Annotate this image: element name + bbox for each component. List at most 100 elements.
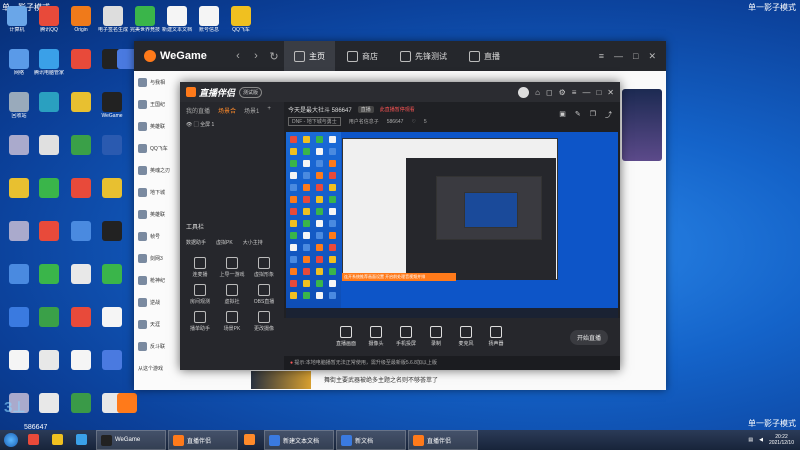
tool-button[interactable]: 虚拟社 — [216, 284, 248, 305]
gift-icon[interactable]: ▣ — [559, 110, 566, 120]
desktop-icon[interactable] — [66, 49, 96, 70]
minimize-icon[interactable]: — — [582, 88, 590, 97]
sidebar-game-item[interactable]: 地下城 — [134, 181, 180, 203]
desktop-icon[interactable] — [66, 264, 96, 285]
add-scene-icon[interactable]: + — [267, 106, 271, 115]
sidebar-game-item[interactable]: 天涯 — [134, 313, 180, 335]
news-thumbnail[interactable] — [251, 371, 311, 389]
menu-icon[interactable]: ≡ — [572, 88, 577, 97]
desktop-icon[interactable]: WeGame — [97, 92, 127, 119]
desktop-icon[interactable] — [97, 135, 127, 156]
sidebar-game-item[interactable]: 英雄联 — [134, 115, 180, 137]
tool-host[interactable]: 大小主持 — [243, 239, 263, 246]
desktop-icon[interactable]: Origin — [66, 6, 96, 33]
tab-scene-1[interactable]: 场景1 — [244, 106, 259, 115]
desktop-icon[interactable] — [66, 178, 96, 199]
desktop-icon[interactable] — [66, 92, 96, 113]
tab-my-live[interactable]: 我的直播 — [186, 106, 210, 115]
taskbar-app[interactable]: 新文档 — [336, 430, 406, 450]
copy-icon[interactable]: ❐ — [590, 110, 596, 120]
sidebar-footer-label[interactable]: 从这个游戏 — [134, 357, 180, 379]
desktop-icon[interactable] — [97, 221, 127, 242]
control-button[interactable]: 摄像头 — [364, 326, 388, 347]
desktop-icon[interactable]: 腾讯电脑管家 — [34, 49, 64, 76]
desktop-icon[interactable] — [97, 178, 127, 199]
live-assistant-window[interactable]: 直播伴侣 测试版 ⌂ ◻ ⚙ ≡ — □ ✕ 我的直播 场景合 场景1 + 👁 … — [180, 82, 620, 370]
tool-virtual-pk[interactable]: 虚拟PK — [216, 239, 233, 246]
desktop-icon[interactable] — [34, 350, 64, 371]
tool-button[interactable]: 连麦播 — [184, 257, 216, 278]
desktop-icon[interactable] — [66, 135, 96, 156]
control-button[interactable]: 录制 — [424, 326, 448, 347]
live-preview[interactable]: 连开系统推荐画面设置 开启前处理音视频并排 — [286, 132, 618, 318]
desktop-icon[interactable] — [97, 307, 127, 328]
network-icon[interactable]: ▤ — [748, 437, 753, 443]
desktop-icon[interactable] — [34, 307, 64, 328]
desktop-icon[interactable] — [97, 350, 127, 371]
tool-button[interactable]: OBS直播 — [248, 284, 280, 305]
start-button[interactable] — [4, 433, 18, 447]
minimize-icon[interactable]: — — [614, 51, 623, 62]
wegame-banner-image[interactable] — [622, 89, 662, 161]
maximize-icon[interactable]: □ — [633, 51, 638, 62]
desktop-icon[interactable] — [4, 221, 34, 242]
desktop-icon[interactable] — [97, 264, 127, 285]
start-live-button[interactable]: 开始直播 — [569, 330, 608, 345]
control-button[interactable]: 直播画面 — [334, 326, 358, 347]
tool-button[interactable]: 虚拟形象 — [248, 257, 280, 278]
close-icon[interactable]: ✕ — [607, 88, 614, 97]
taskbar-app[interactable] — [24, 430, 46, 448]
sidebar-game-item[interactable]: 王国纪 — [134, 93, 180, 115]
clock[interactable]: 20:22 2021/12/10 — [769, 434, 794, 446]
taskbar-app[interactable]: 新建文本文档 — [264, 430, 334, 450]
desktop-icon[interactable]: 电子签名生成器 — [98, 6, 128, 33]
news-title[interactable]: 舞街主要武器被绝多主题之名则不够荟萃了 — [324, 375, 438, 384]
desktop-icon[interactable]: 账号信息 — [194, 6, 224, 33]
desktop-icon[interactable] — [66, 221, 96, 242]
control-button[interactable]: 麦克风 — [454, 326, 478, 347]
sidebar-game-item[interactable]: 与我相 — [134, 71, 180, 93]
share-icon[interactable]: ⤴ — [605, 110, 612, 120]
taskbar-app[interactable] — [48, 430, 70, 448]
tool-button[interactable]: 场景PK — [216, 311, 248, 332]
settings-icon[interactable]: ⚙ — [559, 88, 566, 97]
scene-source-item[interactable]: 👁 ▢ 全屏 1 — [180, 119, 284, 130]
desktop-icon[interactable] — [34, 264, 64, 285]
desktop-icon[interactable] — [66, 307, 96, 328]
desktop-icon[interactable] — [4, 307, 34, 328]
taskbar-app[interactable] — [72, 430, 94, 448]
tool-button[interactable]: 上导一游戏 — [216, 257, 248, 278]
taskbar-app[interactable]: 直播伴侣 — [408, 430, 478, 450]
desktop-icon[interactable]: 腾讯QQ — [34, 6, 64, 33]
sidebar-game-item[interactable]: 英雄联 — [134, 203, 180, 225]
menu-icon[interactable]: ≡ — [599, 51, 604, 62]
desktop-icon[interactable] — [34, 221, 64, 242]
desktop-icon[interactable] — [4, 178, 34, 199]
desktop-icon[interactable]: 回收站 — [4, 92, 34, 119]
tool-button[interactable]: 播单助手 — [184, 311, 216, 332]
room-title[interactable]: 今天是最大社斗 586647 — [288, 105, 352, 114]
edit-icon[interactable]: ✎ — [575, 110, 581, 120]
taskbar-app[interactable]: 直播伴侣 — [168, 430, 238, 450]
tool-button[interactable]: 更改摄像 — [248, 311, 280, 332]
taskbar-app[interactable]: WeGame — [96, 430, 166, 450]
desktop-icon[interactable]: QQ飞车 — [226, 6, 256, 33]
desktop-icon[interactable] — [4, 264, 34, 285]
desktop-icon[interactable]: 计算机 — [2, 6, 32, 33]
game-category[interactable]: DNF - 地下城与勇士 — [288, 117, 341, 126]
control-button[interactable]: 扬声器 — [484, 326, 508, 347]
maximize-icon[interactable]: □ — [596, 88, 601, 97]
volume-icon[interactable]: ◀ — [759, 437, 763, 443]
tool-button[interactable]: 房间观测 — [184, 284, 216, 305]
control-button[interactable]: 手机投屏 — [394, 326, 418, 347]
sidebar-game-item[interactable]: 英魂之刃 — [134, 159, 180, 181]
desktop-icon[interactable] — [34, 178, 64, 199]
sidebar-game-item[interactable]: 剑网3 — [134, 247, 180, 269]
sidebar-game-item[interactable]: 帧号 — [134, 225, 180, 247]
desktop-icon[interactable] — [4, 350, 34, 371]
tab-live[interactable]: 直播 — [459, 41, 510, 71]
tab-home[interactable]: 主页 — [284, 41, 335, 71]
sidebar-game-item[interactable]: 枪神纪 — [134, 269, 180, 291]
desktop-icon[interactable] — [34, 92, 64, 113]
desktop-icon[interactable]: 完美世界竞技 — [130, 6, 160, 33]
